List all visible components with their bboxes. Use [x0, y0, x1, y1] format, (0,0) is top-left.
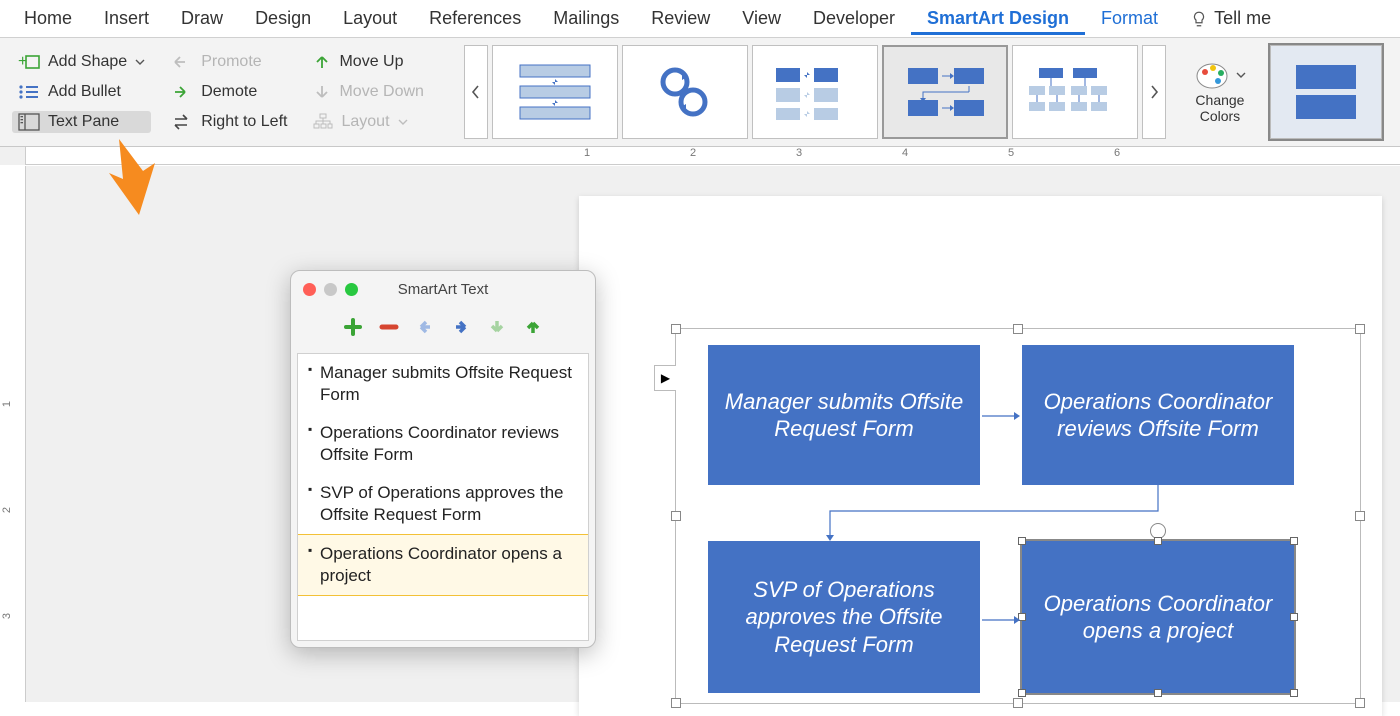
- tab-layout[interactable]: Layout: [327, 2, 413, 35]
- move-down-button[interactable]: Move Down: [307, 81, 429, 103]
- gallery-prev-button[interactable]: [464, 45, 488, 139]
- add-icon[interactable]: [342, 316, 364, 338]
- hierarchy-icon: [313, 113, 333, 131]
- arrow-connector-3: [982, 613, 1020, 627]
- vertical-ruler: 1 2 3: [0, 166, 26, 702]
- smartart-box-1[interactable]: Manager submits Offsite Request Form: [708, 345, 980, 485]
- chevron-left-icon: [471, 85, 481, 99]
- add-shape-button[interactable]: + Add Shape: [12, 51, 151, 73]
- svg-text:+: +: [18, 53, 27, 70]
- text-pane-toggle[interactable]: ▶: [654, 365, 676, 391]
- palette-icon: [1194, 60, 1232, 90]
- arrow-left-icon: [171, 54, 193, 70]
- smartart-box-2[interactable]: Operations Coordinator reviews Offsite F…: [1022, 345, 1294, 485]
- ribbon-group-hierarchy: Promote Demote Right to Left: [165, 51, 293, 133]
- add-shape-label: Add Shape: [48, 53, 127, 71]
- outdent-icon[interactable]: [414, 316, 436, 338]
- move-up-button[interactable]: Move Up: [307, 51, 429, 73]
- tab-draw[interactable]: Draw: [165, 2, 239, 35]
- add-shape-icon: +: [18, 53, 40, 71]
- change-colors-label: Change Colors: [1195, 92, 1244, 124]
- text-pane-titlebar[interactable]: SmartArt Text: [291, 271, 595, 307]
- remove-icon[interactable]: [378, 316, 400, 338]
- tab-references[interactable]: References: [413, 2, 537, 35]
- layout-thumb-3[interactable]: [752, 45, 878, 139]
- rtl-label: Right to Left: [201, 113, 287, 131]
- move-up-icon[interactable]: [522, 316, 544, 338]
- tab-smartart-design[interactable]: SmartArt Design: [911, 2, 1085, 35]
- smartart-text-pane[interactable]: SmartArt Text Manager submits Offsite Re…: [290, 270, 596, 648]
- move-down-icon[interactable]: [486, 316, 508, 338]
- right-to-left-button[interactable]: Right to Left: [165, 111, 293, 133]
- layouts-gallery: [464, 45, 1166, 139]
- promote-label: Promote: [201, 53, 261, 71]
- document-area: 1 2 3 ▶ Manager submits Offsite Request …: [0, 166, 1400, 702]
- ribbon-group-move: Move Up Move Down Layout: [307, 51, 429, 133]
- add-bullet-button[interactable]: Add Bullet: [12, 81, 151, 103]
- tab-mailings[interactable]: Mailings: [537, 2, 635, 35]
- ribbon-group-create: + Add Shape Add Bullet Text Pane: [12, 51, 151, 133]
- move-down-label: Move Down: [339, 83, 423, 101]
- demote-label: Demote: [201, 83, 257, 101]
- text-pane-toolbar: [291, 307, 595, 347]
- zoom-window-button[interactable]: [345, 283, 358, 296]
- tab-view[interactable]: View: [726, 2, 797, 35]
- tell-me-label: Tell me: [1214, 8, 1271, 29]
- styles-gallery: [1270, 45, 1382, 139]
- chevron-down-icon: [135, 57, 145, 67]
- bullet-list-icon: [18, 83, 40, 101]
- text-pane-list[interactable]: Manager submits Offsite Request Form Ope…: [297, 353, 589, 641]
- chevron-down-icon: [398, 117, 408, 127]
- arrow-down-icon: [313, 83, 331, 101]
- change-colors-button[interactable]: Change Colors: [1194, 60, 1246, 124]
- tab-home[interactable]: Home: [8, 2, 88, 35]
- smartart-frame[interactable]: ▶ Manager submits Offsite Request Form O…: [675, 328, 1361, 704]
- style-thumb-1[interactable]: [1270, 45, 1382, 139]
- tab-developer[interactable]: Developer: [797, 2, 911, 35]
- text-pane-item-4[interactable]: Operations Coordinator opens a project: [297, 534, 589, 596]
- horizontal-ruler: 1 2 3 4 5 6: [26, 147, 1400, 165]
- text-pane-item-2[interactable]: Operations Coordinator reviews Offsite F…: [298, 414, 588, 474]
- tab-design[interactable]: Design: [239, 2, 327, 35]
- layout-thumb-4[interactable]: [882, 45, 1008, 139]
- text-pane-label: Text Pane: [48, 113, 119, 131]
- document-page[interactable]: ▶ Manager submits Offsite Request Form O…: [579, 196, 1382, 716]
- text-pane-button[interactable]: Text Pane: [12, 111, 151, 133]
- layout-thumb-2[interactable]: [622, 45, 748, 139]
- ribbon: + Add Shape Add Bullet Text Pane Promote…: [0, 38, 1400, 147]
- move-up-label: Move Up: [339, 53, 403, 71]
- promote-button[interactable]: Promote: [165, 51, 293, 73]
- gallery-next-button[interactable]: [1142, 45, 1166, 139]
- minimize-window-button[interactable]: [324, 283, 337, 296]
- indent-icon[interactable]: [450, 316, 472, 338]
- arrow-connector-2: [824, 485, 1160, 541]
- smartart-box-4-text: Operations Coordinator opens a project: [1032, 590, 1284, 645]
- add-bullet-label: Add Bullet: [48, 83, 121, 101]
- demote-button[interactable]: Demote: [165, 81, 293, 103]
- text-pane-item-1[interactable]: Manager submits Offsite Request Form: [298, 354, 588, 414]
- arrow-up-icon: [313, 53, 331, 71]
- text-pane-item-3[interactable]: SVP of Operations approves the Offsite R…: [298, 474, 588, 534]
- bulb-icon: [1190, 10, 1208, 28]
- layout-thumb-1[interactable]: [492, 45, 618, 139]
- chevron-down-icon: [1236, 70, 1246, 80]
- layout-thumb-5[interactable]: [1012, 45, 1138, 139]
- tab-insert[interactable]: Insert: [88, 2, 165, 35]
- tab-format[interactable]: Format: [1085, 2, 1174, 35]
- arrow-right-icon: [171, 84, 193, 100]
- smartart-box-4[interactable]: Operations Coordinator opens a project ⟳: [1022, 541, 1294, 693]
- layout-label: Layout: [341, 113, 389, 131]
- layout-button[interactable]: Layout: [307, 111, 429, 133]
- tab-review[interactable]: Review: [635, 2, 726, 35]
- text-pane-icon: [18, 113, 40, 131]
- tell-me[interactable]: Tell me: [1174, 2, 1287, 35]
- annotation-arrow: [105, 139, 160, 219]
- arrow-connector-1: [982, 409, 1020, 423]
- menu-bar: Home Insert Draw Design Layout Reference…: [0, 0, 1400, 38]
- smartart-box-3[interactable]: SVP of Operations approves the Offsite R…: [708, 541, 980, 693]
- chevron-right-icon: [1149, 85, 1159, 99]
- rtl-icon: [171, 114, 193, 130]
- close-window-button[interactable]: [303, 283, 316, 296]
